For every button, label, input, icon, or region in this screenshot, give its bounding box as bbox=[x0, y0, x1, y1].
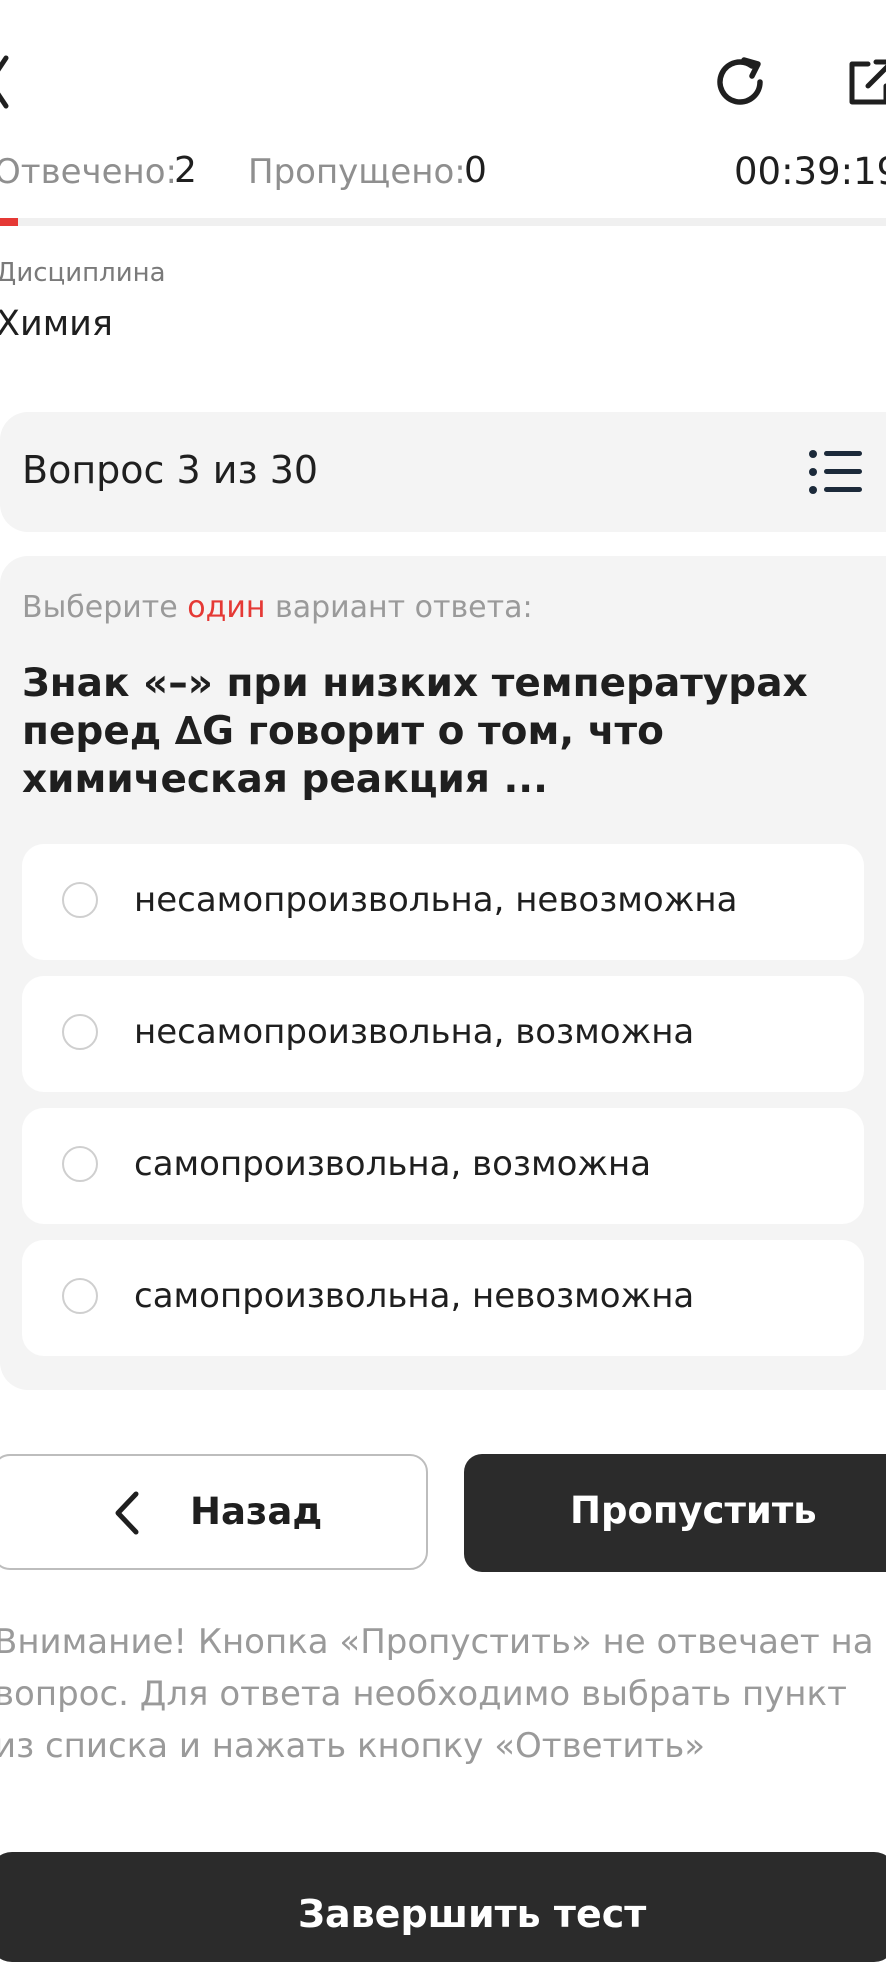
answer-option[interactable]: самопроизвольна, невозможна bbox=[22, 1240, 864, 1356]
answered-count: 2 bbox=[174, 150, 197, 191]
answer-option-label: самопроизвольна, возможна bbox=[134, 1144, 652, 1184]
answer-option[interactable]: несамопроизвольна, возможна bbox=[22, 976, 864, 1092]
stats-bar: Отвечено: 2 Пропущено: 0 00:39:19 bbox=[0, 150, 886, 202]
instruction-text-end: вариант ответа: bbox=[275, 590, 533, 625]
discipline-label: Дисциплина bbox=[0, 258, 166, 288]
timer: 00:39:19 bbox=[734, 150, 886, 193]
reload-icon[interactable] bbox=[712, 52, 772, 112]
skip-button[interactable]: Пропустить bbox=[464, 1454, 886, 1572]
question-text: Знак «–» при низких температурах перед ∆… bbox=[22, 661, 808, 802]
skipped-count: 0 bbox=[464, 150, 487, 191]
chevron-left-icon[interactable] bbox=[0, 52, 12, 112]
finish-test-button-label: Завершить тест bbox=[298, 1892, 647, 1936]
list-icon[interactable] bbox=[808, 448, 864, 496]
radio-button[interactable] bbox=[62, 882, 98, 918]
warning-text: Внимание! Кнопка «Пропустить» не отвечае… bbox=[0, 1622, 874, 1766]
chevron-left-icon bbox=[115, 1491, 139, 1535]
external-link-icon[interactable] bbox=[846, 56, 886, 108]
answer-option-label: несамопроизвольна, возможна bbox=[134, 1012, 695, 1052]
question-number: Вопрос 3 из 30 bbox=[22, 448, 319, 492]
question-panel: Выберите один вариант ответа: Знак «–» п… bbox=[0, 556, 886, 1390]
skipped-label: Пропущено: bbox=[248, 152, 466, 192]
answered-label: Отвечено: bbox=[0, 152, 178, 192]
back-button[interactable]: Назад bbox=[0, 1454, 428, 1570]
back-button-label: Назад bbox=[190, 1490, 323, 1533]
answer-option-label: несамопроизвольна, невозможна bbox=[134, 880, 738, 920]
radio-button[interactable] bbox=[62, 1278, 98, 1314]
question-header: Вопрос 3 из 30 bbox=[0, 412, 886, 532]
progress-bar bbox=[0, 218, 886, 226]
progress-fill bbox=[0, 218, 18, 226]
skip-button-label: Пропустить bbox=[570, 1489, 817, 1532]
answer-option[interactable]: несамопроизвольна, невозможна bbox=[22, 844, 864, 960]
instruction-accent: один bbox=[187, 590, 266, 625]
instruction-text: Выберите bbox=[22, 590, 178, 625]
answer-option-label: самопроизвольна, невозможна bbox=[134, 1276, 695, 1316]
radio-button[interactable] bbox=[62, 1014, 98, 1050]
answer-option[interactable]: самопроизвольна, возможна bbox=[22, 1108, 864, 1224]
discipline-value: Химия bbox=[0, 304, 113, 344]
finish-test-button[interactable]: Завершить тест bbox=[0, 1852, 886, 1962]
radio-button[interactable] bbox=[62, 1146, 98, 1182]
instruction: Выберите один вариант ответа: bbox=[22, 590, 533, 625]
